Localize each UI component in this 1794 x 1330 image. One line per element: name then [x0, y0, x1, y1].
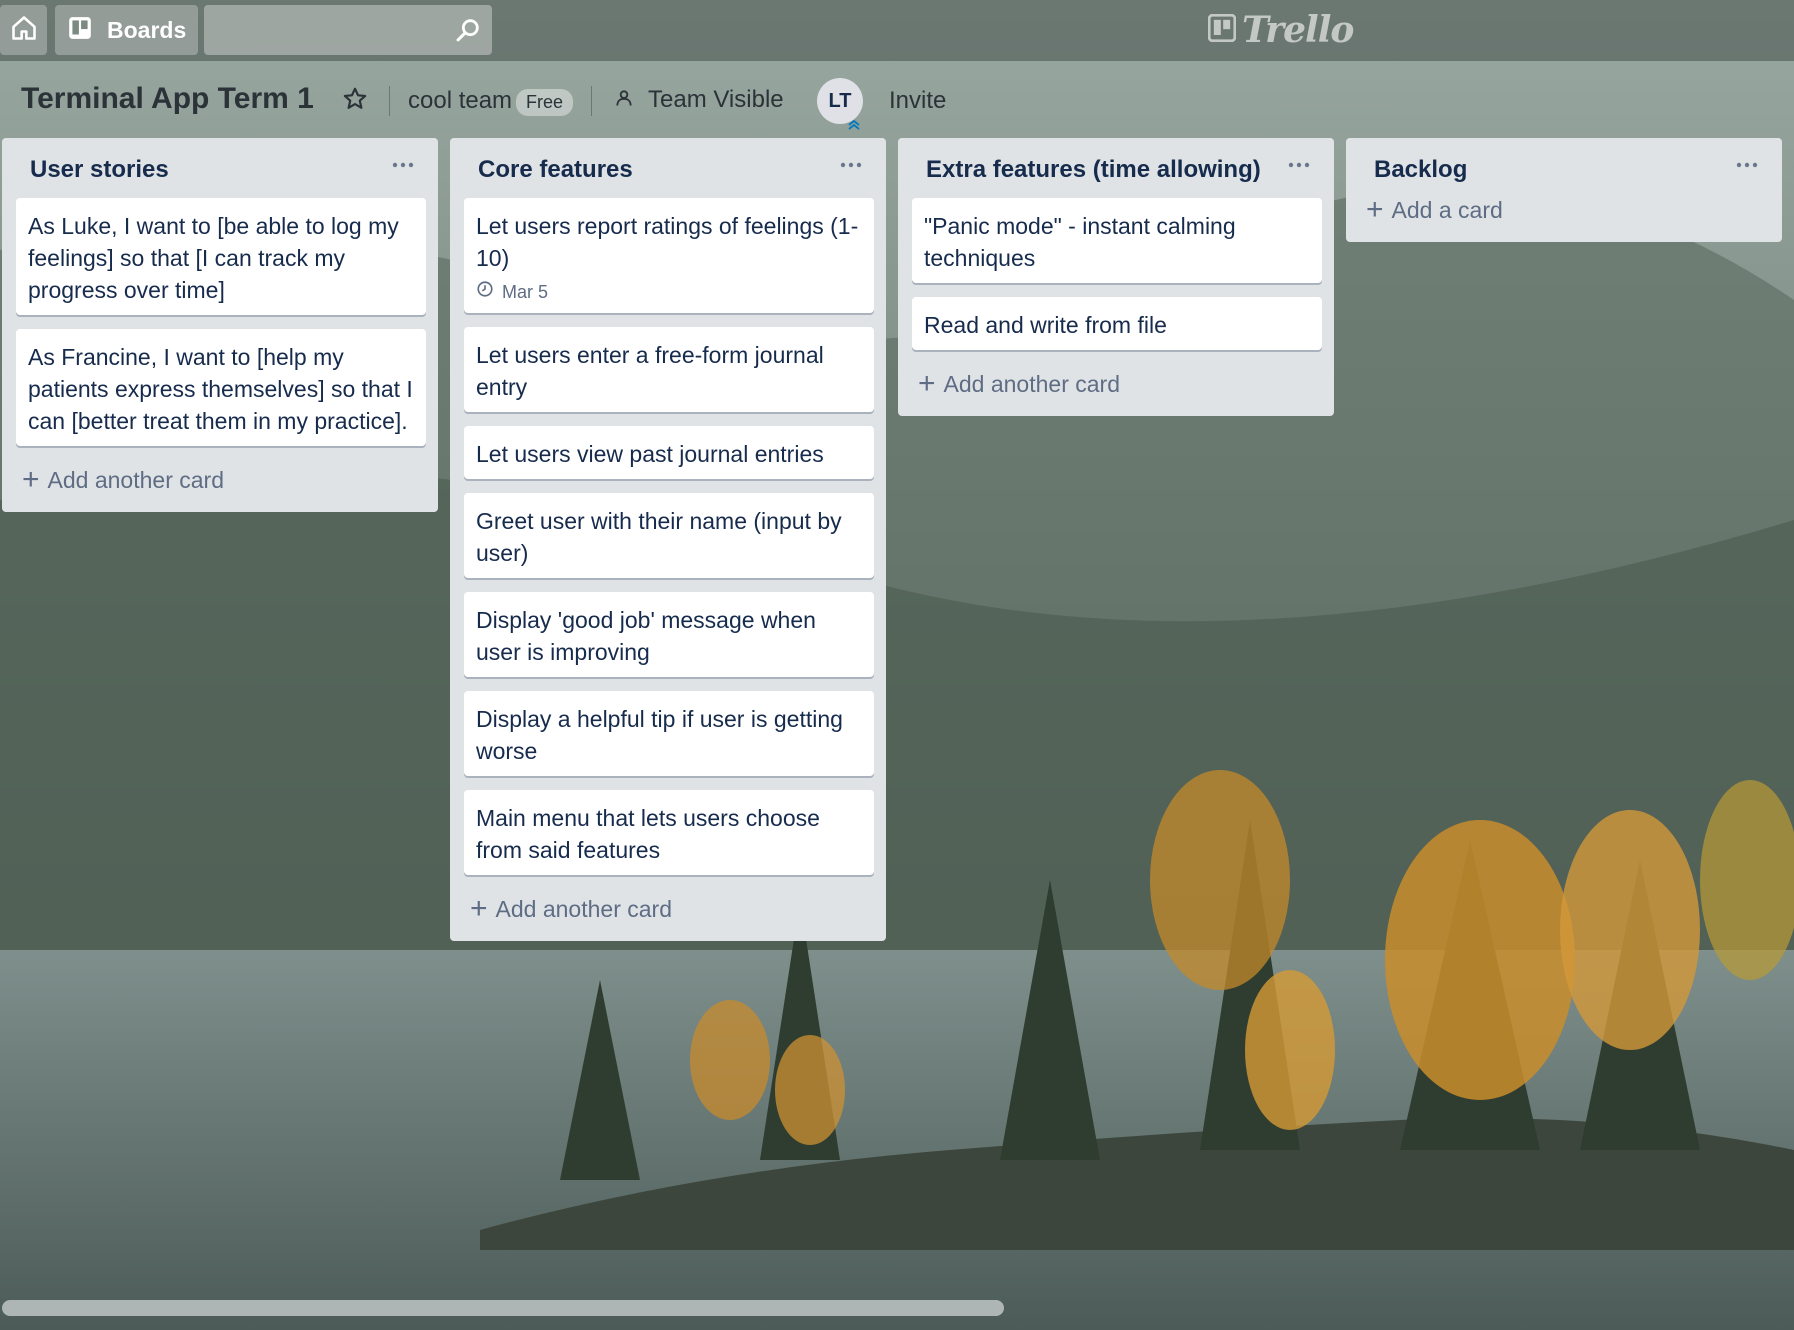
due-date-label: Mar 5: [502, 282, 549, 302]
team-name[interactable]: cool team: [408, 87, 512, 115]
add-card-label: Add another card: [943, 370, 1120, 397]
invite-button[interactable]: Invite: [889, 87, 946, 115]
card[interactable]: Let users view past journal entries: [464, 426, 874, 479]
card[interactable]: As Francine, I want to [help my patients…: [16, 329, 426, 446]
plus-icon: +: [1366, 193, 1384, 226]
trello-logo[interactable]: Trello: [1207, 8, 1354, 52]
boards-button[interactable]: Boards: [55, 5, 198, 55]
list-menu-icon[interactable]: [388, 154, 418, 176]
member-avatar[interactable]: LT: [817, 78, 863, 130]
list-menu-icon[interactable]: [836, 154, 866, 176]
card[interactable]: "Panic mode" - instant calming technique…: [912, 198, 1322, 283]
card-text: Main menu that lets users choose from sa…: [476, 805, 820, 863]
card[interactable]: As Luke, I want to [be able to log my fe…: [16, 198, 426, 315]
trello-logo-icon: [1207, 13, 1237, 47]
plus-icon: +: [918, 367, 936, 400]
card-text: Display a helpful tip if user is getting…: [476, 706, 843, 764]
list-extra-features: Extra features (time allowing) "Panic mo…: [898, 138, 1334, 416]
card[interactable]: Greet user with their name (input by use…: [464, 493, 874, 578]
horizontal-scrollbar[interactable]: [2, 1300, 1792, 1316]
list-title[interactable]: User stories: [30, 156, 169, 184]
boards-label: Boards: [107, 16, 187, 43]
add-card-label: Add another card: [47, 466, 224, 493]
add-card-button[interactable]: + Add another card: [912, 364, 1322, 404]
card-text: Greet user with their name (input by use…: [476, 508, 842, 566]
header-divider: [591, 86, 592, 116]
search-box[interactable]: [204, 5, 492, 57]
search-icon[interactable]: [454, 16, 482, 44]
search-input[interactable]: [204, 5, 450, 57]
list-menu-icon[interactable]: [1284, 154, 1314, 176]
team-visibility-button[interactable]: Team Visible: [614, 86, 784, 114]
admin-chevron-icon: [847, 114, 861, 130]
card-text: Read and write from file: [924, 312, 1167, 338]
header-divider: [389, 86, 390, 116]
add-card-button[interactable]: + Add another card: [464, 889, 874, 929]
card-text: "Panic mode" - instant calming technique…: [924, 213, 1236, 271]
home-icon: [10, 14, 38, 47]
plus-icon: +: [22, 463, 40, 496]
card[interactable]: Read and write from file: [912, 297, 1322, 350]
clock-icon: [476, 280, 494, 304]
team-visibility-icon: [614, 88, 634, 113]
board-title[interactable]: Terminal App Term 1: [21, 82, 314, 116]
plus-icon: +: [470, 892, 488, 925]
list-user-stories: User stories As Luke, I want to [be able…: [2, 138, 438, 512]
list-backlog: Backlog + Add a card: [1346, 138, 1782, 242]
list-title[interactable]: Extra features (time allowing): [926, 156, 1261, 184]
top-navigation-bar: Boards Trello: [0, 0, 1794, 61]
add-card-button[interactable]: + Add another card: [16, 460, 426, 500]
card-text: Let users report ratings of feelings (1-…: [476, 213, 859, 271]
boards-icon: [67, 15, 93, 46]
card[interactable]: Display 'good job' message when user is …: [464, 592, 874, 677]
board-header: Terminal App Term 1 cool team Free Team …: [0, 70, 1794, 130]
card-due-date: Mar 5: [476, 280, 862, 304]
member-initials: LT: [828, 89, 852, 112]
list-menu-icon[interactable]: [1732, 154, 1762, 176]
card[interactable]: Let users report ratings of feelings (1-…: [464, 198, 874, 313]
star-icon[interactable]: [342, 86, 370, 114]
card-text: Let users view past journal entries: [476, 441, 824, 467]
plan-badge: Free: [516, 89, 574, 116]
add-card-label: Add a card: [1391, 196, 1503, 223]
list-core-features: Core features Let users report ratings o…: [450, 138, 886, 941]
list-title[interactable]: Backlog: [1374, 156, 1467, 184]
card-text: As Luke, I want to [be able to log my fe…: [28, 213, 399, 303]
home-button[interactable]: [0, 5, 47, 55]
scrollbar-thumb[interactable]: [2, 1300, 1004, 1316]
card-text: As Francine, I want to [help my patients…: [28, 344, 413, 434]
card-text: Let users enter a free-form journal entr…: [476, 342, 824, 400]
card[interactable]: Let users enter a free-form journal entr…: [464, 327, 874, 412]
trello-logo-text: Trello: [1242, 9, 1354, 51]
add-card-label: Add another card: [495, 895, 672, 922]
list-title[interactable]: Core features: [478, 156, 633, 184]
card[interactable]: Display a helpful tip if user is getting…: [464, 691, 874, 776]
card[interactable]: Main menu that lets users choose from sa…: [464, 790, 874, 875]
team-visibility-label: Team Visible: [648, 86, 784, 113]
card-text: Display 'good job' message when user is …: [476, 607, 816, 665]
